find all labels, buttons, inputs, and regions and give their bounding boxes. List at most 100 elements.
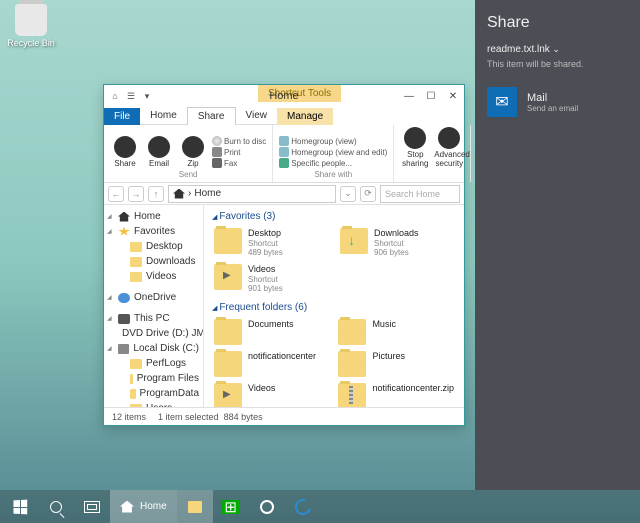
zip-button[interactable]: Zip	[178, 136, 208, 168]
taskbar-app-explorer[interactable]	[177, 490, 213, 523]
sidebar-item-users[interactable]: Users	[104, 401, 203, 407]
homegroup-view-button[interactable]: Homegroup (view)	[279, 136, 387, 146]
burn-button[interactable]: Burn to disc	[212, 136, 266, 146]
specific-people-button[interactable]: Specific people...	[279, 158, 387, 168]
file-item[interactable]: notificationcenter.zip	[336, 381, 456, 407]
stop-sharing-button[interactable]: Stop sharing	[400, 127, 430, 168]
file-item[interactable]: VideosShortcut901 bytes	[212, 262, 330, 296]
item-name: Videos	[248, 264, 283, 275]
item-name: notificationcenter	[248, 351, 316, 362]
forward-button[interactable]: →	[128, 186, 144, 202]
back-button[interactable]: ←	[108, 186, 124, 202]
item-name: Documents	[248, 319, 294, 330]
group-send-label: Send	[110, 170, 266, 179]
tab-view[interactable]: View	[236, 107, 278, 125]
fax-button[interactable]: Fax	[212, 158, 266, 168]
folder-icon	[214, 383, 242, 407]
address-bar: ← → ↑ ›Home ⌄ ⟳ Search Home	[104, 183, 464, 205]
share-target-mail[interactable]: ✉ Mail Send an email	[487, 87, 628, 117]
ribbon-tabs: File Home Share View Manage	[104, 107, 464, 125]
share-charm-panel: Share readme.txt.lnk This item will be s…	[475, 0, 640, 490]
item-name: Desktop	[248, 228, 283, 239]
history-dropdown[interactable]: ⌄	[340, 186, 356, 202]
recycle-bin-icon	[15, 4, 47, 36]
sidebar-item-videos[interactable]: Videos	[104, 269, 203, 284]
folder-icon	[338, 319, 366, 345]
section-frequent[interactable]: Frequent folders (6)	[212, 302, 456, 313]
store-icon: ⊞	[222, 500, 240, 514]
sidebar-item-favorites[interactable]: Favorites	[104, 224, 203, 239]
qat-properties-icon[interactable]: ☰	[124, 89, 138, 103]
up-button[interactable]: ↑	[148, 186, 164, 202]
folder-icon	[214, 264, 242, 290]
sidebar-item-dvd[interactable]: DVD Drive (D:) JM	[104, 326, 203, 341]
share-app-name: Mail	[527, 92, 578, 104]
homegroup-edit-button[interactable]: Homegroup (view and edit)	[279, 147, 387, 157]
file-item[interactable]: DownloadsShortcut906 bytes	[338, 226, 456, 260]
email-button[interactable]: Email	[144, 136, 174, 168]
titlebar[interactable]: ⌂ ☰ ▾ Shortcut Tools Home — ☐ ✕	[104, 85, 464, 107]
section-favorites[interactable]: Favorites (3)	[212, 211, 456, 222]
cortana-icon	[260, 500, 274, 514]
close-button[interactable]: ✕	[442, 87, 464, 105]
share-button[interactable]: Share	[110, 136, 140, 168]
advanced-security-button[interactable]: Advanced security	[434, 127, 464, 168]
taskbar-app-cortana[interactable]	[249, 490, 285, 523]
print-button[interactable]: Print	[212, 147, 266, 157]
folder-icon	[214, 351, 242, 377]
file-explorer-window: ⌂ ☰ ▾ Shortcut Tools Home — ☐ ✕ File Hom…	[103, 84, 465, 426]
share-file-selector[interactable]: readme.txt.lnk	[487, 44, 628, 55]
content-pane[interactable]: Favorites (3) DesktopShortcut489 bytesDo…	[204, 205, 464, 407]
folder-icon	[338, 383, 366, 407]
status-bar: 12 items 1 item selected 884 bytes	[104, 407, 464, 425]
sidebar-item-thispc[interactable]: This PC	[104, 311, 203, 326]
sidebar-item-localc[interactable]: Local Disk (C:)	[104, 341, 203, 356]
system-menu-icon[interactable]: ⌂	[108, 89, 122, 103]
recycle-bin[interactable]: Recycle Bin	[6, 4, 56, 48]
sidebar-item-programdata[interactable]: ProgramData	[104, 386, 203, 401]
folder-icon	[340, 228, 368, 254]
taskbar-app-store[interactable]: ⊞	[213, 490, 249, 523]
breadcrumb[interactable]: ›Home	[168, 185, 336, 203]
file-item[interactable]: Videos	[212, 381, 328, 407]
share-hint: This item will be shared.	[487, 59, 628, 69]
taskbar-app-home[interactable]: Home	[110, 490, 177, 523]
status-count: 12 items	[112, 412, 146, 422]
taskview-button[interactable]	[74, 490, 110, 523]
nav-tree[interactable]: Home Favorites Desktop Downloads Videos …	[104, 205, 204, 407]
item-name: Downloads	[374, 228, 419, 239]
status-selection: 1 item selected 884 bytes	[158, 412, 263, 422]
folder-icon	[214, 228, 242, 254]
sidebar-item-programfiles[interactable]: Program Files	[104, 371, 203, 386]
file-item[interactable]: Music	[336, 317, 456, 347]
search-input[interactable]: Search Home	[380, 185, 460, 203]
tab-home[interactable]: Home	[140, 107, 187, 125]
qat-newfolder-icon[interactable]: ▾	[140, 89, 154, 103]
taskbar: Home ⊞	[0, 490, 640, 523]
taskbar-app-edge[interactable]	[285, 490, 321, 523]
sidebar-item-downloads[interactable]: Downloads	[104, 254, 203, 269]
tab-manage[interactable]: Manage	[277, 108, 333, 125]
tab-share[interactable]: Share	[187, 107, 236, 125]
minimize-button[interactable]: —	[398, 87, 420, 105]
ribbon: Share Email Zip Burn to disc Print Fax S…	[104, 125, 464, 183]
item-name: Music	[372, 319, 396, 330]
file-item[interactable]: Documents	[212, 317, 328, 347]
group-sharewith-label: Share with	[279, 170, 387, 179]
sidebar-item-onedrive[interactable]: OneDrive	[104, 290, 203, 305]
file-item[interactable]: notificationcenter	[212, 349, 328, 379]
sidebar-item-desktop[interactable]: Desktop	[104, 239, 203, 254]
share-app-sub: Send an email	[527, 104, 578, 113]
start-button[interactable]	[2, 490, 38, 523]
tab-file[interactable]: File	[104, 108, 140, 125]
share-title: Share	[487, 14, 628, 32]
maximize-button[interactable]: ☐	[420, 87, 442, 105]
folder-icon	[188, 501, 202, 513]
search-button[interactable]	[38, 490, 74, 523]
sidebar-item-perflogs[interactable]: PerfLogs	[104, 356, 203, 371]
refresh-button[interactable]: ⟳	[360, 186, 376, 202]
file-item[interactable]: DesktopShortcut489 bytes	[212, 226, 330, 260]
item-name: notificationcenter.zip	[372, 383, 454, 394]
file-item[interactable]: Pictures	[336, 349, 456, 379]
sidebar-item-home[interactable]: Home	[104, 209, 203, 224]
